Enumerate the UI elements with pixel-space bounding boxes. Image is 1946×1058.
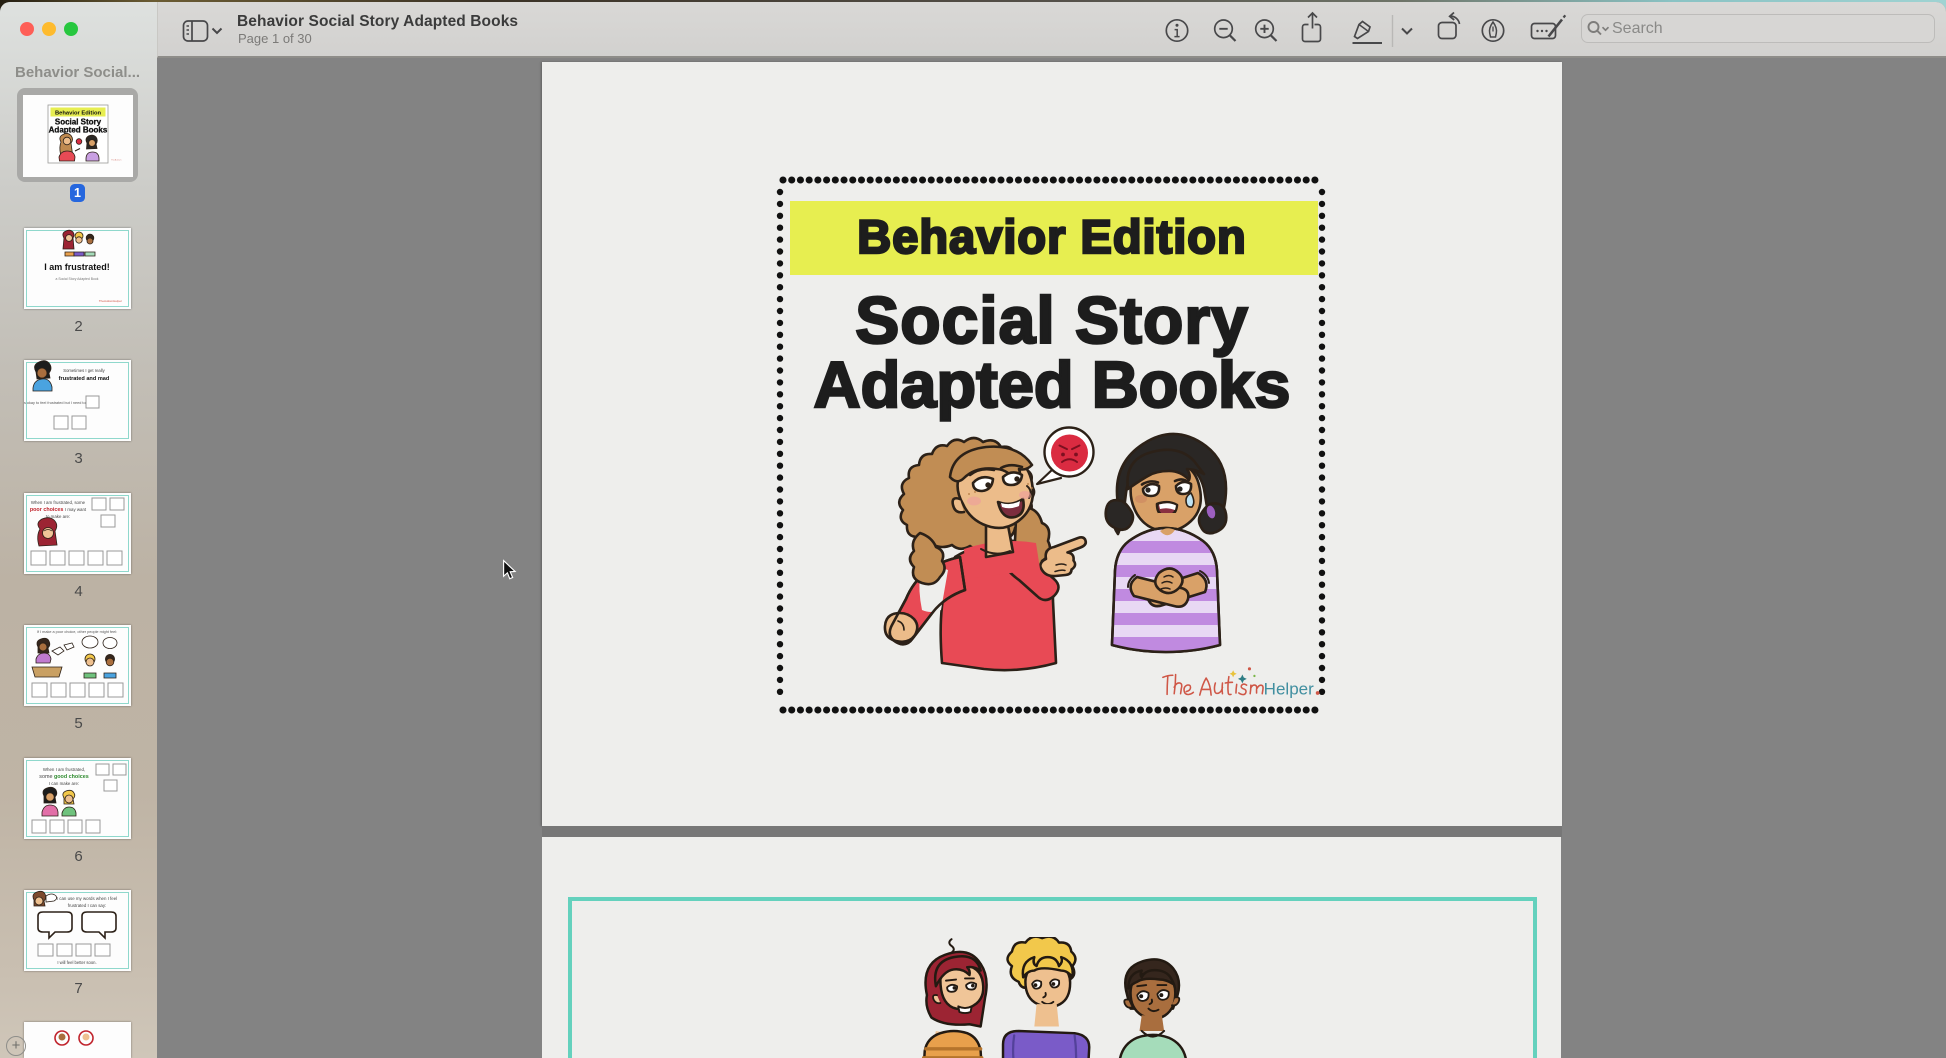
svg-text:If I make a poor choice, other: If I make a poor choice, other people mi… [37, 630, 117, 634]
svg-text:Helper: Helper [1264, 679, 1314, 698]
svg-text:I am frustrated!: I am frustrated! [44, 262, 110, 272]
svg-text:When I am frustrated, some: When I am frustrated, some [31, 500, 86, 505]
svg-text:frustrated and mad: frustrated and mad [59, 376, 110, 382]
svg-text:a Social Story Adapted Book: a Social Story Adapted Book [56, 277, 99, 281]
svg-text:I can use my words when I feel: I can use my words when I feel [57, 896, 117, 901]
svg-text:TheAutismHelper: TheAutismHelper [99, 299, 122, 303]
svg-text:Behavior Edition: Behavior Edition [55, 111, 102, 117]
svg-text:When I am frustrated,: When I am frustrated, [43, 767, 85, 772]
svg-text:poor choices I may want: poor choices I may want [30, 507, 87, 513]
svg-text:I can make are:: I can make are: [49, 781, 79, 786]
svg-text:It's okay to feel frustrated b: It's okay to feel frustrated but I need … [24, 401, 95, 405]
svg-text:some good choices: some good choices [39, 774, 88, 780]
svg-text:Adapted Books: Adapted Books [49, 126, 108, 135]
svg-text:Sometimes I get really: Sometimes I get really [63, 368, 105, 373]
svg-text:frustrated I can say:: frustrated I can say: [68, 903, 107, 908]
svg-text:TheAutism: TheAutism [111, 159, 122, 162]
svg-text:I will feel better soon.: I will feel better soon. [57, 960, 96, 965]
